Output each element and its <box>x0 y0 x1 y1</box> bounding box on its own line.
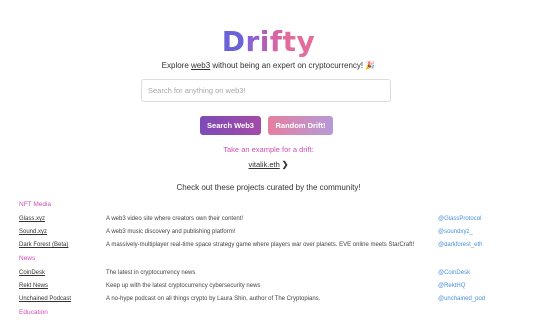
party-icon: 🎉 <box>365 61 376 70</box>
logo-letter: D <box>221 25 246 58</box>
project-name-link[interactable]: Rekt News <box>19 280 48 293</box>
logo-letter: y <box>296 25 316 58</box>
example-link-wrapper: vitalik.eth ❯ <box>0 160 537 170</box>
project-name-link[interactable]: Unchained Podcast <box>19 293 71 306</box>
category-heading: Education <box>19 309 48 316</box>
project-name-link[interactable]: Glass.xyz <box>19 213 45 226</box>
tagline-suffix: without being an expert on cryptocurrenc… <box>210 61 366 70</box>
community-heading: Check out these projects curated by the … <box>176 183 361 192</box>
random-drift-button[interactable]: Random Drift! <box>268 116 333 135</box>
project-description: A no-hype podcast on all things crypto b… <box>106 296 321 302</box>
chevron-right-icon: ❯ <box>281 160 289 169</box>
project-name-link[interactable]: Dark Forest (Beta) <box>19 239 68 252</box>
project-description: Keep up with the latest cryptocurrency c… <box>106 283 261 289</box>
category-heading: News <box>19 255 36 262</box>
logo-letter: f <box>269 25 283 58</box>
logo: Drifty <box>0 24 537 60</box>
twitter-handle-link[interactable]: @soundxyz_ <box>438 226 473 239</box>
project-row: Sound.xyz A web3 music discovery and publ… <box>19 226 519 239</box>
logo-letter: i <box>259 25 270 58</box>
twitter-handle-link[interactable]: @RektHQ <box>438 280 465 293</box>
example-label: Take an example for a drift: <box>223 145 314 154</box>
project-row: Dark Forest (Beta) A massively-multiplaye… <box>19 239 519 252</box>
search-web3-button[interactable]: Search Web3 <box>200 116 261 135</box>
project-row: Unchained Podcast A no-hype podcast on al… <box>19 293 519 306</box>
category-block: NFT Media Glass.xyz A web3 video site wher… <box>19 199 519 252</box>
category-heading: NFT Media <box>19 201 52 208</box>
twitter-handle-link[interactable]: @CoinDesk <box>438 267 470 280</box>
twitter-handle-link[interactable]: @darkforest_eth <box>438 239 482 252</box>
project-row: CoinDesk The latest in cryptocurrency new… <box>19 267 519 280</box>
tagline-prefix: Explore <box>161 61 192 70</box>
project-listing: NFT Media Glass.xyz A web3 video site wher… <box>19 199 519 321</box>
twitter-handle-link[interactable]: @GlassProtocol <box>438 213 481 226</box>
web3-link[interactable]: web3 <box>191 61 210 70</box>
project-description: A web3 video site where creators own the… <box>106 216 244 222</box>
project-row: Glass.xyz A web3 video site where creator… <box>19 213 519 226</box>
example-link[interactable]: vitalik.eth <box>249 160 280 169</box>
category-block: Education <box>19 307 519 318</box>
twitter-handle-link[interactable]: @unchained_pod <box>438 293 485 306</box>
logo-letter: t <box>282 25 297 58</box>
project-description: A massively-multiplayer real-time space … <box>106 242 415 248</box>
project-description: The latest in cryptocurrency news <box>106 270 196 276</box>
project-name-link[interactable]: Sound.xyz <box>19 226 47 239</box>
search-input[interactable] <box>141 79 391 102</box>
project-row: Rekt News Keep up with the latest cryptoc… <box>19 280 519 293</box>
project-description: A web3 music discovery and publishing pl… <box>106 229 236 235</box>
logo-letter: r <box>245 25 260 58</box>
category-block: News CoinDesk The latest in cryptocurrency… <box>19 253 519 306</box>
tagline: Explore web3 without being an expert on … <box>0 60 537 72</box>
project-name-link[interactable]: CoinDesk <box>19 267 45 280</box>
